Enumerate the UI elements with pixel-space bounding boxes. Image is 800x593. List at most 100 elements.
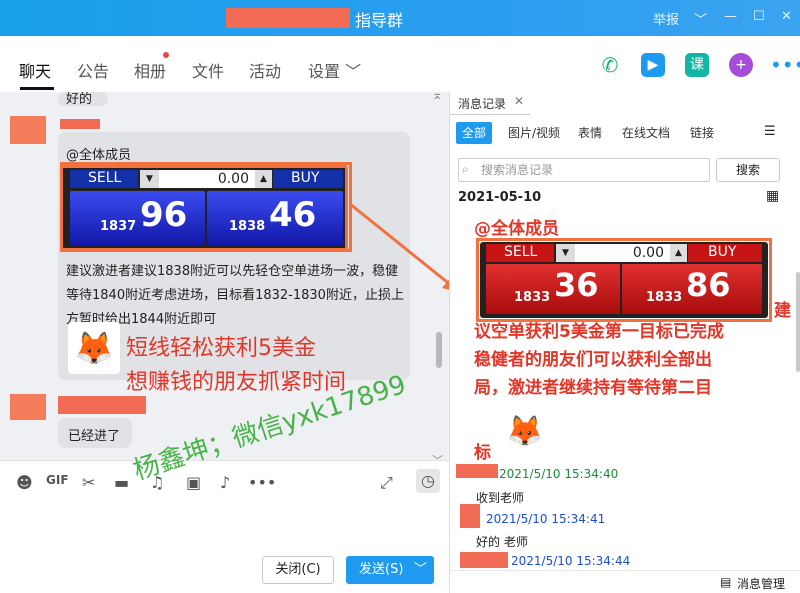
message-timestamp: 2021/5/10 15:34:41 <box>486 512 606 526</box>
buy-price-big: 86 <box>686 266 731 304</box>
dropdown-icon[interactable]: ▼ <box>556 244 575 262</box>
panel-tab-divider <box>450 114 530 115</box>
announcement-line: 局，激进者继续持有等待第二目 <box>474 378 712 398</box>
mention-text: @全体成员 <box>66 148 132 163</box>
filter-links[interactable]: 链接 <box>690 122 714 144</box>
message-text: 好的 老师 <box>476 535 528 549</box>
tab-activity[interactable]: 活动 <box>249 58 281 82</box>
mention-text: @全体成员 <box>474 219 559 239</box>
send-button[interactable]: 发送(S) ﹀ <box>346 556 434 584</box>
search-button[interactable]: 搜索 <box>716 158 780 182</box>
tab-chat[interactable]: 聊天 <box>19 58 51 82</box>
history-icon[interactable]: ◷ <box>416 469 440 493</box>
sender-name <box>60 119 100 129</box>
send-label: 发送(S) <box>359 562 404 577</box>
message-input[interactable]: 关闭(C) 发送(S) ﹀ <box>0 500 449 593</box>
report-button[interactable]: 举报 <box>653 9 679 28</box>
message-bubble: 已经进了 <box>58 418 132 448</box>
fox-sticker: 🦊 <box>68 322 120 374</box>
active-tab-indicator <box>20 87 54 90</box>
avatar[interactable] <box>10 116 46 144</box>
maximize-button[interactable]: ☐ <box>753 9 765 24</box>
image-icon[interactable]: ▣ <box>186 473 201 492</box>
spread-value: 0.00 <box>575 244 670 262</box>
announcement-line: 稳健者的朋友们可以获利全部出 <box>474 350 712 370</box>
scrollbar-thumb[interactable] <box>436 332 442 368</box>
class-icon[interactable]: 课 <box>685 53 709 77</box>
filter-docs[interactable]: 在线文档 <box>622 122 670 144</box>
date-label: 2021-05-10 <box>458 190 542 205</box>
message-text: 收到老师 <box>476 491 525 505</box>
panel-title: 消息记录 <box>458 97 507 111</box>
sell-price-small: 1833 <box>514 290 551 305</box>
filter-emoji[interactable]: 表情 <box>578 122 602 144</box>
redacted-group-name <box>226 8 350 28</box>
message-text: 已经进了 <box>68 429 121 444</box>
sell-price-big: 36 <box>554 266 599 304</box>
window-title: 指导群 <box>355 11 404 30</box>
fox-sticker: 🦊 <box>498 408 552 456</box>
promo-line-1: 短线轻松获利5美金 <box>126 336 316 361</box>
more-icon[interactable]: ••• <box>770 53 800 77</box>
add-app-icon[interactable]: + <box>729 53 753 77</box>
sell-price-box[interactable]: 1833 36 <box>486 264 620 314</box>
collapse-icon[interactable]: ﹀ <box>694 9 707 28</box>
album-badge <box>163 52 169 58</box>
collapse-icon[interactable]: ﹀ <box>432 452 443 460</box>
calendar-icon[interactable]: ▦ <box>766 188 779 204</box>
price-ticker: SELL ▼ 0.00 ▲ BUY 1833 36 1833 86 <box>480 242 768 318</box>
announcement-line: 议空单获利5美金第一目标已完成 <box>474 322 724 342</box>
tab-announcement[interactable]: 公告 <box>77 58 109 82</box>
panel-footer: ▤ 消息管理 <box>450 570 800 593</box>
message-timestamp: 2021/5/10 15:34:44 <box>511 554 631 568</box>
close-button[interactable]: 关闭(C) <box>262 556 334 584</box>
scissors-icon[interactable]: ✂ <box>82 473 95 492</box>
manage-icon[interactable]: ▤ <box>720 575 731 589</box>
highlight-box <box>60 162 352 252</box>
annotation-arrow <box>349 202 458 292</box>
minimize-button[interactable]: — <box>724 9 737 24</box>
search-icon: ⌕ <box>462 162 469 176</box>
continued-char: 建 <box>774 301 791 321</box>
expand-icon[interactable]: ⤢ <box>380 473 393 493</box>
video-icon[interactable]: ▶ <box>641 53 665 77</box>
collapse-icon[interactable]: ⌅ <box>432 92 443 103</box>
filter-media[interactable]: 图片/视频 <box>508 122 560 144</box>
filter-settings-icon[interactable]: ☰ <box>764 124 776 139</box>
announcement-line: 标 <box>474 443 491 463</box>
title-bar: 指导群 举报 ﹀ — ☐ ✕ <box>0 0 800 36</box>
buy-header: BUY <box>688 244 762 262</box>
folder-icon[interactable]: ▬ <box>114 473 129 492</box>
close-window-button[interactable]: ✕ <box>781 9 792 24</box>
close-panel-icon[interactable]: ✕ <box>514 94 524 108</box>
more-tools-icon[interactable]: ••• <box>248 473 276 492</box>
sell-header: SELL <box>486 244 554 262</box>
message-timestamp: 2021/5/10 15:34:40 <box>499 467 619 481</box>
sender-name <box>456 464 498 478</box>
message-bubble: 好的 <box>58 92 108 107</box>
up-arrow-icon[interactable]: ▲ <box>670 244 687 262</box>
tab-album[interactable]: 相册 <box>134 58 166 82</box>
filter-all[interactable]: 全部 <box>456 122 493 144</box>
search-input[interactable]: 搜索消息记录 <box>458 158 710 182</box>
sender-name <box>58 396 146 414</box>
input-toolbar: ☻ GIF ✂ ▬ ♫ ▣ ♪ ••• ⤢ ◷ <box>0 460 449 500</box>
announcement-text: 议空单获利5美金第一目标已完成 稳健者的朋友们可以获利全部出 局，激进者继续持有… <box>474 318 724 402</box>
message-text: 好的 <box>66 92 93 107</box>
buy-price-box[interactable]: 1833 86 <box>622 264 762 314</box>
tab-files[interactable]: 文件 <box>192 58 224 82</box>
tab-bar: 聊天 公告 相册 文件 活动 设置 ﹀ ✆ ▶ 课 + ••• <box>0 36 800 92</box>
tab-settings[interactable]: 设置 ﹀ <box>308 58 361 82</box>
sender-name <box>460 552 508 568</box>
manage-messages-link[interactable]: 消息管理 <box>737 575 785 592</box>
buy-price-small: 1833 <box>646 290 683 305</box>
send-options-icon[interactable]: ﹀ <box>414 557 427 583</box>
emoji-icon[interactable]: ☻ <box>16 473 33 492</box>
buy-label: BUY <box>708 244 737 260</box>
avatar[interactable] <box>10 394 46 420</box>
sell-label: SELL <box>504 244 538 260</box>
scrollbar-thumb[interactable] <box>796 272 800 372</box>
phone-icon[interactable]: ✆ <box>598 53 622 77</box>
gif-icon[interactable]: GIF <box>46 473 69 487</box>
bell-icon[interactable]: ♪ <box>220 473 230 492</box>
